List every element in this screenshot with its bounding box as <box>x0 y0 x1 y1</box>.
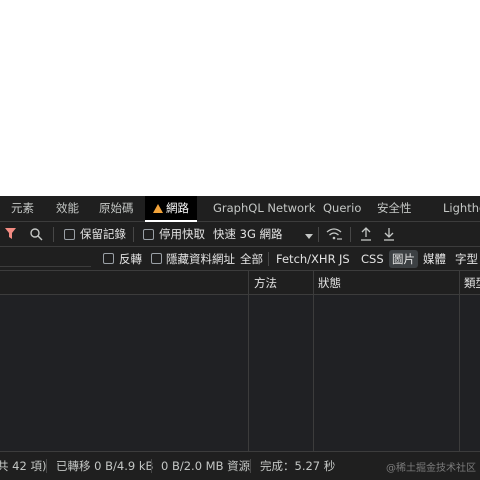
tab-lighthouse[interactable]: Lighthouse <box>443 196 480 222</box>
status-divider <box>250 459 251 473</box>
resources-size: 0 B/2.0 MB 資源 <box>161 459 251 473</box>
request-table: 方法 狀態 類型 <box>0 271 480 451</box>
tab-network[interactable]: 網路 <box>145 196 197 222</box>
disable-cache-checkbox[interactable] <box>143 229 154 240</box>
hide-data-urls-label: 隱藏資料網址 <box>166 252 235 266</box>
filter-divider <box>268 252 269 266</box>
column-divider[interactable] <box>313 271 314 451</box>
type-filter-css[interactable]: CSS <box>361 247 384 271</box>
column-header-type[interactable]: 類型 <box>464 271 480 295</box>
preserve-log-checkbox[interactable] <box>64 229 75 240</box>
toolbar-divider <box>133 227 134 242</box>
devtools-panel: 元素 效能 原始碼 網路 GraphQL Network Querio 安全性 … <box>0 196 480 480</box>
type-filter-fetch-xhr[interactable]: Fetch/XHR <box>276 247 336 271</box>
column-header-method[interactable]: 方法 <box>254 271 277 295</box>
filter-icon[interactable] <box>5 228 16 240</box>
panel-tab-bar: 元素 效能 原始碼 網路 GraphQL Network Querio 安全性 … <box>0 196 480 222</box>
tab-performance[interactable]: 效能 <box>56 196 79 222</box>
table-header: 方法 狀態 類型 <box>0 271 480 295</box>
tab-graphql-network[interactable]: GraphQL Network <box>213 196 315 222</box>
type-filter-js[interactable]: JS <box>339 247 350 271</box>
column-divider[interactable] <box>459 271 460 451</box>
summary-bar: 共 42 項) 已轉移 0 B/4.9 kB 0 B/2.0 MB 資源 完成：… <box>0 451 480 480</box>
throttling-value: 快速 3G 網路 <box>213 227 283 241</box>
tab-elements[interactable]: 元素 <box>11 196 34 222</box>
download-icon[interactable] <box>383 227 395 241</box>
tab-sources[interactable]: 原始碼 <box>99 196 134 222</box>
column-divider[interactable] <box>248 271 249 451</box>
toolbar-divider <box>318 227 319 242</box>
filter-input[interactable] <box>0 250 91 267</box>
disable-cache-label: 停用快取 <box>159 227 205 241</box>
page-viewport <box>0 0 480 196</box>
chevron-down-icon[interactable] <box>305 232 313 239</box>
type-filter-img[interactable]: 圖片 <box>389 250 418 268</box>
warning-icon <box>153 204 163 213</box>
tab-security[interactable]: 安全性 <box>377 196 412 222</box>
status-divider <box>151 459 152 473</box>
tab-querio[interactable]: Querio <box>323 196 361 222</box>
status-divider <box>46 459 47 473</box>
network-toolbar: 保留記錄 停用快取 快速 3G 網路 <box>0 222 480 247</box>
filter-bar: 反轉 隱藏資料網址 全部 Fetch/XHR JS CSS 圖片 媒體 字型 <box>0 247 480 271</box>
type-filter-all[interactable]: 全部 <box>240 247 263 271</box>
network-conditions-icon[interactable] <box>326 228 343 241</box>
invert-checkbox[interactable] <box>103 253 114 264</box>
toolbar-divider <box>53 227 54 242</box>
toolbar-divider <box>350 227 351 242</box>
column-header-status[interactable]: 狀態 <box>318 271 341 295</box>
throttling-select[interactable]: 快速 3G 網路 <box>213 222 283 247</box>
preserve-log-label: 保留記錄 <box>80 227 126 241</box>
hide-data-urls-checkbox[interactable] <box>151 253 162 264</box>
watermark: @稀土掘金技术社区 <box>386 463 476 474</box>
transferred-size: 已轉移 0 B/4.9 kB <box>56 459 154 473</box>
search-icon[interactable] <box>30 228 43 241</box>
type-filter-media[interactable]: 媒體 <box>423 247 446 271</box>
tab-network-label: 網路 <box>166 201 189 215</box>
invert-label: 反轉 <box>119 252 142 266</box>
finish-time: 完成：5.27 秒 <box>260 459 336 473</box>
upload-icon[interactable] <box>360 227 372 241</box>
type-filter-font[interactable]: 字型 <box>455 247 478 271</box>
request-count: 共 42 項) <box>0 459 47 473</box>
